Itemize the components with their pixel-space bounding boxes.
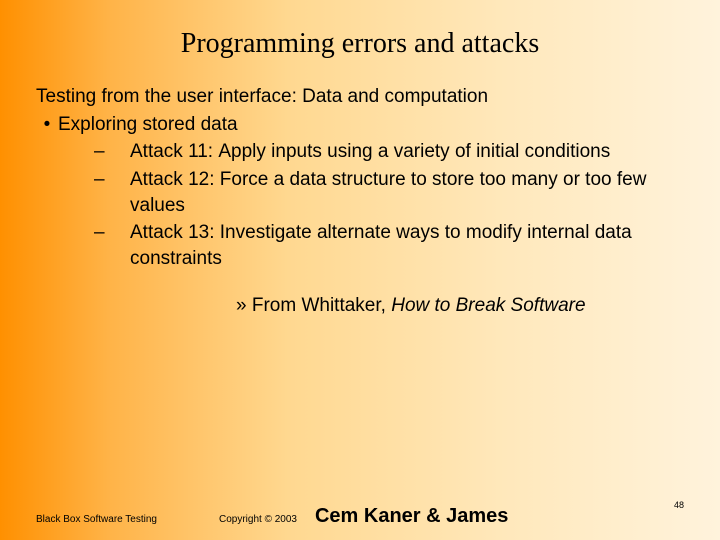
citation-title: How to Break Software — [391, 295, 585, 316]
attack-desc: Apply inputs using a variety of initial … — [218, 141, 610, 162]
dash-icon: – — [94, 220, 130, 246]
sub-bullet-list: – Attack 11: Apply inputs using a variet… — [36, 139, 684, 271]
bullet-item: • Exploring stored data — [36, 112, 684, 138]
dash-icon: – — [94, 139, 130, 165]
citation: » From Whittaker, How to Break Software — [36, 293, 684, 319]
citation-author: From Whittaker, — [252, 295, 391, 316]
footer-copyright: Copyright © 2003 — [219, 514, 297, 525]
footer-authors: Cem Kaner & James — [315, 505, 508, 528]
attack-item: – Attack 13: Investigate alternate ways … — [94, 220, 684, 271]
attack-item: – Attack 11: Apply inputs using a variet… — [94, 139, 684, 165]
slide-content: Testing from the user interface: Data an… — [0, 60, 720, 319]
attack-label: Attack 11: — [130, 141, 213, 162]
attack-item: – Attack 12: Force a data structure to s… — [94, 167, 684, 218]
attack-label: Attack 12: — [130, 169, 215, 190]
attack-text: Attack 13: Investigate alternate ways to… — [130, 220, 684, 271]
bullet-text: Exploring stored data — [58, 112, 684, 138]
attack-text: Attack 11: Apply inputs using a variety … — [130, 139, 684, 165]
dash-icon: – — [94, 167, 130, 193]
attack-text: Attack 12: Force a data structure to sto… — [130, 167, 684, 218]
footer: Black Box Software Testing Copyright © 2… — [0, 505, 720, 528]
attack-label: Attack 13: — [130, 222, 215, 243]
bullet-mark: • — [36, 112, 58, 138]
footer-left: Black Box Software Testing — [36, 514, 157, 525]
slide-title: Programming errors and attacks — [0, 0, 720, 60]
citation-prefix: » — [236, 295, 252, 316]
subtitle: Testing from the user interface: Data an… — [36, 84, 684, 110]
